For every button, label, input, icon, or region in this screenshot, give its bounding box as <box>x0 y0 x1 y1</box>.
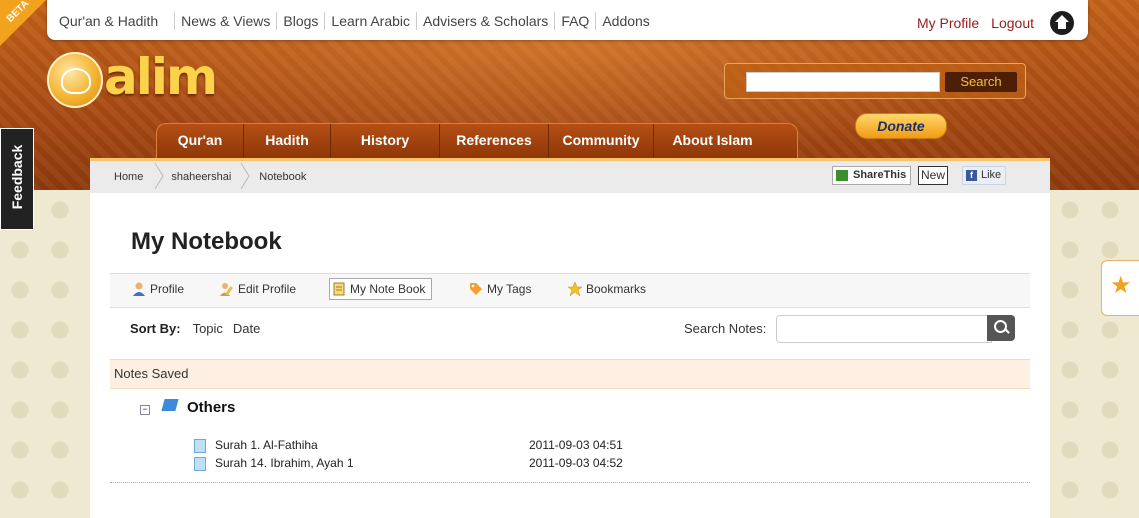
favorite-tab[interactable]: ★ <box>1101 260 1139 316</box>
sharethis-label: ShareThis <box>853 169 907 181</box>
top-nav: Qur'an & Hadith News & Views Blogs Learn… <box>47 12 656 30</box>
document-icon <box>194 457 206 471</box>
notebook-icon <box>333 282 345 296</box>
top-nav-learn-arabic[interactable]: Learn Arabic <box>324 12 416 30</box>
tab-label: Bookmarks <box>586 282 647 296</box>
sort-label: Sort By: <box>130 321 181 336</box>
donate-button[interactable]: Donate <box>855 113 947 139</box>
top-nav-quran-hadith[interactable]: Qur'an & Hadith <box>47 12 174 30</box>
search-notes-label: Search Notes: <box>684 321 767 336</box>
notes-saved-header: Notes Saved <box>110 359 1030 389</box>
profile-tabs: Profile Edit Profile My Note Book My Tag… <box>110 273 1030 308</box>
home-icon[interactable] <box>1050 11 1074 35</box>
tab-label: My Tags <box>487 282 532 296</box>
logo-text[interactable]: alim <box>104 48 218 106</box>
top-nav-faq[interactable]: FAQ <box>554 12 595 30</box>
top-nav-news-views[interactable]: News & Views <box>174 12 276 30</box>
note-date: 2011-09-03 04:51 <box>529 438 623 452</box>
breadcrumb-notebook: Notebook <box>259 171 307 183</box>
search-notes-button[interactable] <box>987 315 1015 341</box>
site-search: Search <box>724 63 1026 99</box>
note-title[interactable]: Surah 14. Ibrahim, Ayah 1 <box>215 456 354 470</box>
top-bar: Qur'an & Hadith News & Views Blogs Learn… <box>47 0 1088 40</box>
tab-bookmarks[interactable]: Bookmarks <box>566 279 646 299</box>
breadcrumb-home[interactable]: Home <box>114 171 143 183</box>
collapse-toggle-icon[interactable]: − <box>140 405 150 415</box>
facebook-like-button[interactable]: f Like <box>962 166 1007 185</box>
feedback-tab[interactable]: Feedback <box>0 128 34 230</box>
tag-icon <box>470 283 482 295</box>
breadcrumb-user[interactable]: shaheershai <box>171 171 231 183</box>
breadcrumb-separator-icon <box>154 162 164 190</box>
top-nav-addons[interactable]: Addons <box>595 12 655 30</box>
main-nav-hadith[interactable]: Hadith <box>244 124 331 159</box>
notes-saved-label: Notes Saved <box>114 366 189 381</box>
breadcrumb-separator-icon <box>240 162 250 190</box>
page-title: My Notebook <box>131 228 282 255</box>
user-icon <box>133 282 145 296</box>
document-icon <box>194 439 206 453</box>
tab-my-note-book[interactable]: My Note Book <box>329 278 433 300</box>
logo-emblem-icon[interactable] <box>47 52 103 108</box>
note-group-title[interactable]: Others <box>187 399 235 416</box>
divider <box>110 482 1030 483</box>
top-nav-advisers-scholars[interactable]: Advisers & Scholars <box>416 12 554 30</box>
search-notes-input[interactable] <box>776 315 992 343</box>
edit-icon <box>220 283 233 296</box>
right-background-pattern <box>1050 190 1139 518</box>
sort-date[interactable]: Date <box>233 321 260 336</box>
main-nav: Qur'an Hadith History References Communi… <box>156 123 798 159</box>
note-date: 2011-09-03 04:52 <box>529 456 623 470</box>
sort-controls: Sort By: Topic Date <box>130 321 270 336</box>
star-icon <box>568 282 582 296</box>
logout-link[interactable]: Logout <box>991 15 1034 31</box>
site-search-input[interactable] <box>746 72 940 92</box>
new-button[interactable]: New <box>918 166 949 185</box>
my-profile-link[interactable]: My Profile <box>917 15 979 31</box>
account-links: My Profile Logout <box>917 11 1074 35</box>
main-nav-quran[interactable]: Qur'an <box>157 124 244 159</box>
main-nav-history[interactable]: History <box>331 124 440 159</box>
top-nav-blogs[interactable]: Blogs <box>276 12 324 30</box>
left-background-pattern <box>0 190 90 518</box>
share-icon <box>836 170 848 181</box>
star-icon: ★ <box>1110 272 1132 299</box>
note-title[interactable]: Surah 1. Al-Fathiha <box>215 438 318 452</box>
feedback-label: Feedback <box>9 144 25 210</box>
sort-topic[interactable]: Topic <box>193 321 223 336</box>
main-nav-about-islam[interactable]: About Islam <box>654 124 771 159</box>
site-search-button[interactable]: Search <box>945 72 1017 92</box>
tab-label: Profile <box>150 282 185 296</box>
tab-label: My Note Book <box>350 282 426 296</box>
tab-label: Edit Profile <box>238 282 297 296</box>
tab-edit-profile[interactable]: Edit Profile <box>218 279 296 299</box>
main-nav-references[interactable]: References <box>440 124 549 159</box>
main-nav-community[interactable]: Community <box>549 124 654 159</box>
tab-my-tags[interactable]: My Tags <box>467 279 531 299</box>
tab-profile[interactable]: Profile <box>130 279 184 299</box>
like-label: Like <box>981 169 1002 181</box>
facebook-icon: f <box>966 170 977 181</box>
sharethis-button[interactable]: ShareThis <box>832 166 912 185</box>
